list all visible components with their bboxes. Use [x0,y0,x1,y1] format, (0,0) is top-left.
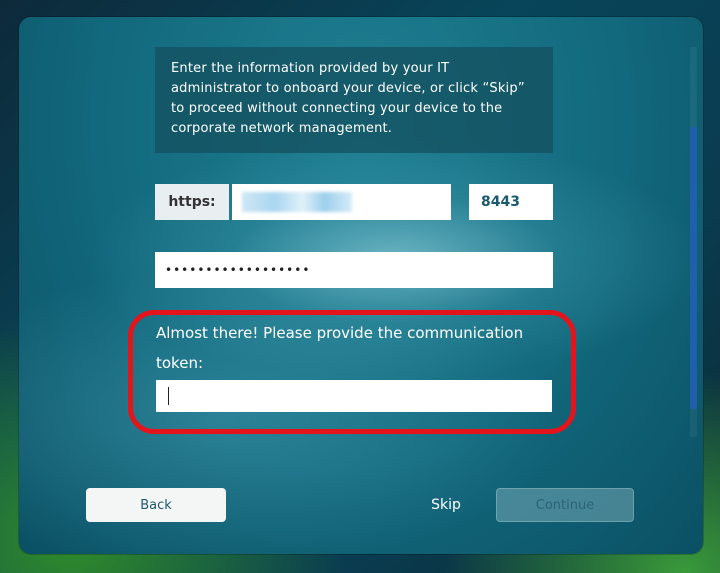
instructions-text: Enter the information provided by your I… [171,61,525,136]
skip-button[interactable]: Skip [421,488,471,522]
server-port-field[interactable]: 8443 [469,184,553,220]
server-host-field[interactable] [232,184,451,220]
scrollbar-thumb[interactable] [690,127,697,409]
continue-button-label: Continue [535,497,595,513]
password-field[interactable]: •••••••••••••••••• [155,252,553,288]
instructions-box: Enter the information provided by your I… [155,47,553,153]
redacted-host-value [242,192,352,212]
token-prompt-label: Almost there! Please provide the communi… [156,324,524,372]
communication-token-field[interactable] [156,380,552,412]
server-port-value: 8443 [481,194,520,210]
password-masked-value: •••••••••••••••••• [165,263,311,277]
protocol-label: https: [155,184,229,220]
text-caret [168,387,169,405]
onboarding-dialog: Enter the information provided by your I… [19,17,703,554]
skip-button-label: Skip [431,497,461,513]
back-button-label: Back [140,497,172,513]
continue-button[interactable]: Continue [496,488,634,522]
protocol-label-text: https: [168,194,216,210]
back-button[interactable]: Back [86,488,226,522]
